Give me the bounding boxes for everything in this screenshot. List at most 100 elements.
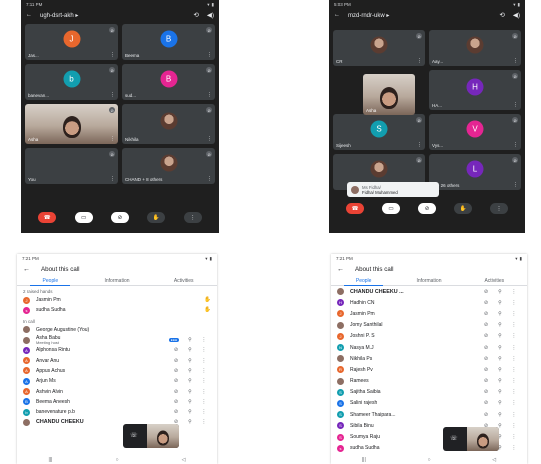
pin-icon[interactable]: ⚲ — [183, 399, 197, 405]
muted-mic-icon[interactable]: ⊘ — [169, 399, 183, 405]
participant-tile[interactable]: S ⊘ Sijeesh ⋮ — [333, 114, 425, 150]
more-vert-icon[interactable]: ⋮ — [197, 378, 211, 384]
tab-people[interactable]: People — [331, 276, 396, 286]
more-vert-icon[interactable]: ⋮ — [507, 378, 521, 384]
participant-tile[interactable]: B ⊘ sud... ⋮ — [122, 64, 215, 100]
muted-mic-icon[interactable]: ⊘ — [479, 333, 493, 339]
participant-row[interactable]: Jomy Santhilal ⊘ ⚲ ⋮ — [331, 320, 527, 331]
more-vert-icon[interactable]: ⋮ — [197, 337, 211, 343]
participant-row[interactable]: b banevenature p.b ⊘ ⚲ ⋮ — [17, 407, 217, 417]
pin-icon[interactable]: ⚲ — [493, 400, 507, 406]
more-vert-icon[interactable]: ⋮ — [197, 399, 211, 405]
pin-icon[interactable]: ⚲ — [493, 289, 507, 295]
muted-mic-icon[interactable]: ⊘ — [479, 412, 493, 418]
back-arrow-icon[interactable]: ← — [23, 266, 41, 273]
pin-icon[interactable]: ⚲ — [493, 300, 507, 306]
muted-mic-icon[interactable]: ⊘ — [479, 378, 493, 384]
mini-call-window[interactable]: ☏ — [123, 424, 179, 448]
more-vert-icon[interactable]: ⋮ — [197, 419, 211, 425]
home-icon[interactable]: ○ — [116, 457, 119, 463]
more-vert-icon[interactable]: ⋮ — [513, 58, 518, 64]
participant-tile[interactable]: L ⊘ Li + 26 others ⋮ — [429, 154, 521, 190]
more-vert-icon[interactable]: ⋮ — [197, 368, 211, 374]
more-vert-icon[interactable]: ⋮ — [110, 136, 115, 142]
more-vert-icon[interactable]: ⋮ — [507, 289, 521, 295]
home-icon[interactable]: ○ — [428, 457, 431, 463]
mini-call-window[interactable]: ☏ — [443, 427, 499, 451]
pin-icon[interactable]: ⚲ — [493, 333, 507, 339]
tab-information[interactable]: Information — [396, 276, 461, 285]
participant-row[interactable]: S Shameer Thaipara... ⊘ ⚲ ⋮ — [331, 409, 527, 420]
participant-row[interactable]: N Nasya M.J ⊘ ⚲ ⋮ — [331, 342, 527, 353]
raised-hand-icon[interactable]: ✋ — [197, 297, 211, 303]
end-call-button[interactable]: ☎ — [38, 212, 57, 223]
more-vert-icon[interactable]: ⋮ — [197, 347, 211, 353]
participant-row[interactable]: B Beema Aneesh ⊘ ⚲ ⋮ — [17, 397, 217, 407]
more-vert-icon[interactable]: ⋮ — [507, 367, 521, 373]
more-vert-icon[interactable]: ⋮ — [513, 102, 518, 108]
pin-icon[interactable]: ⚲ — [493, 378, 507, 384]
tab-activities[interactable]: Activities — [462, 276, 527, 285]
speaker-icon[interactable]: ◀) — [207, 12, 214, 19]
more-vert-icon[interactable]: ⋮ — [110, 176, 115, 182]
more-vert-icon[interactable]: ⋮ — [507, 300, 521, 306]
raised-hand-row[interactable]: s sudha Sudha ✋ — [17, 305, 217, 315]
muted-mic-icon[interactable]: ⊘ — [479, 311, 493, 317]
more-vert-icon[interactable]: ⋮ — [110, 52, 115, 58]
mic-toggle-button[interactable]: ⊘ — [418, 203, 436, 214]
participant-row[interactable]: J Jasmin Pm ⊘ ⚲ ⋮ — [331, 308, 527, 319]
raise-hand-button[interactable]: ✋ — [147, 212, 166, 223]
pin-icon[interactable]: ⚲ — [493, 367, 507, 373]
muted-mic-icon[interactable]: ⊘ — [169, 389, 183, 395]
raised-hand-row[interactable]: J Jasmin Pm ✋ — [17, 295, 217, 305]
participant-row[interactable]: S Sajitha Saibia ⊘ ⚲ ⋮ — [331, 387, 527, 398]
pin-icon[interactable]: ⚲ — [183, 378, 197, 384]
pin-icon[interactable]: ⚲ — [183, 409, 197, 415]
more-vert-icon[interactable]: ⋮ — [207, 136, 212, 142]
more-vert-icon[interactable]: ⋮ — [507, 322, 521, 328]
muted-mic-icon[interactable]: ⊘ — [479, 367, 493, 373]
pin-icon[interactable]: ⚲ — [183, 347, 197, 353]
participant-row[interactable]: Asha Babu Meeting host ●●● ⚲ ⋮ — [17, 335, 217, 345]
back-arrow-icon[interactable]: ← — [337, 266, 355, 273]
back-nav-icon[interactable]: ◁ — [182, 457, 186, 463]
participant-row[interactable]: CHANDU CHEEKU ⊘ ⚲ ⋮ — [17, 417, 217, 427]
participant-tile[interactable]: ⊘ Aay... ⋮ — [429, 30, 521, 66]
participant-tile[interactable]: b ⊘ banevan... ⋮ — [25, 64, 118, 100]
more-vert-icon[interactable]: ⋮ — [507, 333, 521, 339]
speaker-icon[interactable]: ◀) — [513, 12, 520, 19]
participant-row[interactable]: S Salini rajesh ⊘ ⚲ ⋮ — [331, 398, 527, 409]
more-vert-icon[interactable]: ⋮ — [507, 434, 521, 440]
more-vert-icon[interactable]: ⋮ — [507, 400, 521, 406]
participant-row[interactable]: CHANDU CHEEKU ... ⊘ ⚲ ⋮ — [331, 286, 527, 297]
participant-tile[interactable]: B ⊘ Beema ⋮ — [122, 24, 215, 60]
more-options-button[interactable]: ⋮ — [490, 203, 508, 214]
muted-mic-icon[interactable]: ⊘ — [479, 356, 493, 362]
more-vert-icon[interactable]: ⋮ — [507, 423, 521, 429]
participant-tile[interactable]: ⊘ CHAND + 8 others ⋮ — [122, 148, 215, 184]
participant-tile[interactable]: V ⊘ Vys... ⋮ — [429, 114, 521, 150]
self-video-tile[interactable]: Asha — [363, 74, 415, 115]
switch-camera-icon[interactable]: ⟲ — [193, 12, 198, 19]
participant-row[interactable]: A Arjun Ms ⊘ ⚲ ⋮ — [17, 376, 217, 386]
muted-mic-icon[interactable]: ⊘ — [169, 347, 183, 353]
switch-camera-icon[interactable]: ⟲ — [499, 12, 504, 19]
more-vert-icon[interactable]: ⋮ — [507, 445, 521, 451]
participant-row[interactable]: A Appus Achus ⊘ ⚲ ⋮ — [17, 366, 217, 376]
pin-icon[interactable]: ⚲ — [183, 389, 197, 395]
more-vert-icon[interactable]: ⋮ — [507, 311, 521, 317]
muted-mic-icon[interactable]: ⊘ — [169, 378, 183, 384]
muted-mic-icon[interactable]: ⊘ — [479, 389, 493, 395]
more-vert-icon[interactable]: ⋮ — [513, 182, 518, 188]
more-vert-icon[interactable]: ⋮ — [197, 358, 211, 364]
more-vert-icon[interactable]: ⋮ — [507, 389, 521, 395]
pin-icon[interactable]: ⚲ — [183, 358, 197, 364]
more-vert-icon[interactable]: ⋮ — [507, 412, 521, 418]
pin-icon[interactable]: ⚲ — [183, 368, 197, 374]
pin-icon[interactable]: ⚲ — [493, 389, 507, 395]
back-arrow-icon[interactable]: ← — [334, 12, 348, 18]
participant-row[interactable]: R Rajesh Pv ⊘ ⚲ ⋮ — [331, 364, 527, 375]
participant-tile[interactable]: ⊘ You ⋮ — [25, 148, 118, 184]
pin-icon[interactable]: ⚲ — [493, 345, 507, 351]
participant-tile[interactable]: ⊘ Nikhila ⋮ — [122, 104, 215, 144]
